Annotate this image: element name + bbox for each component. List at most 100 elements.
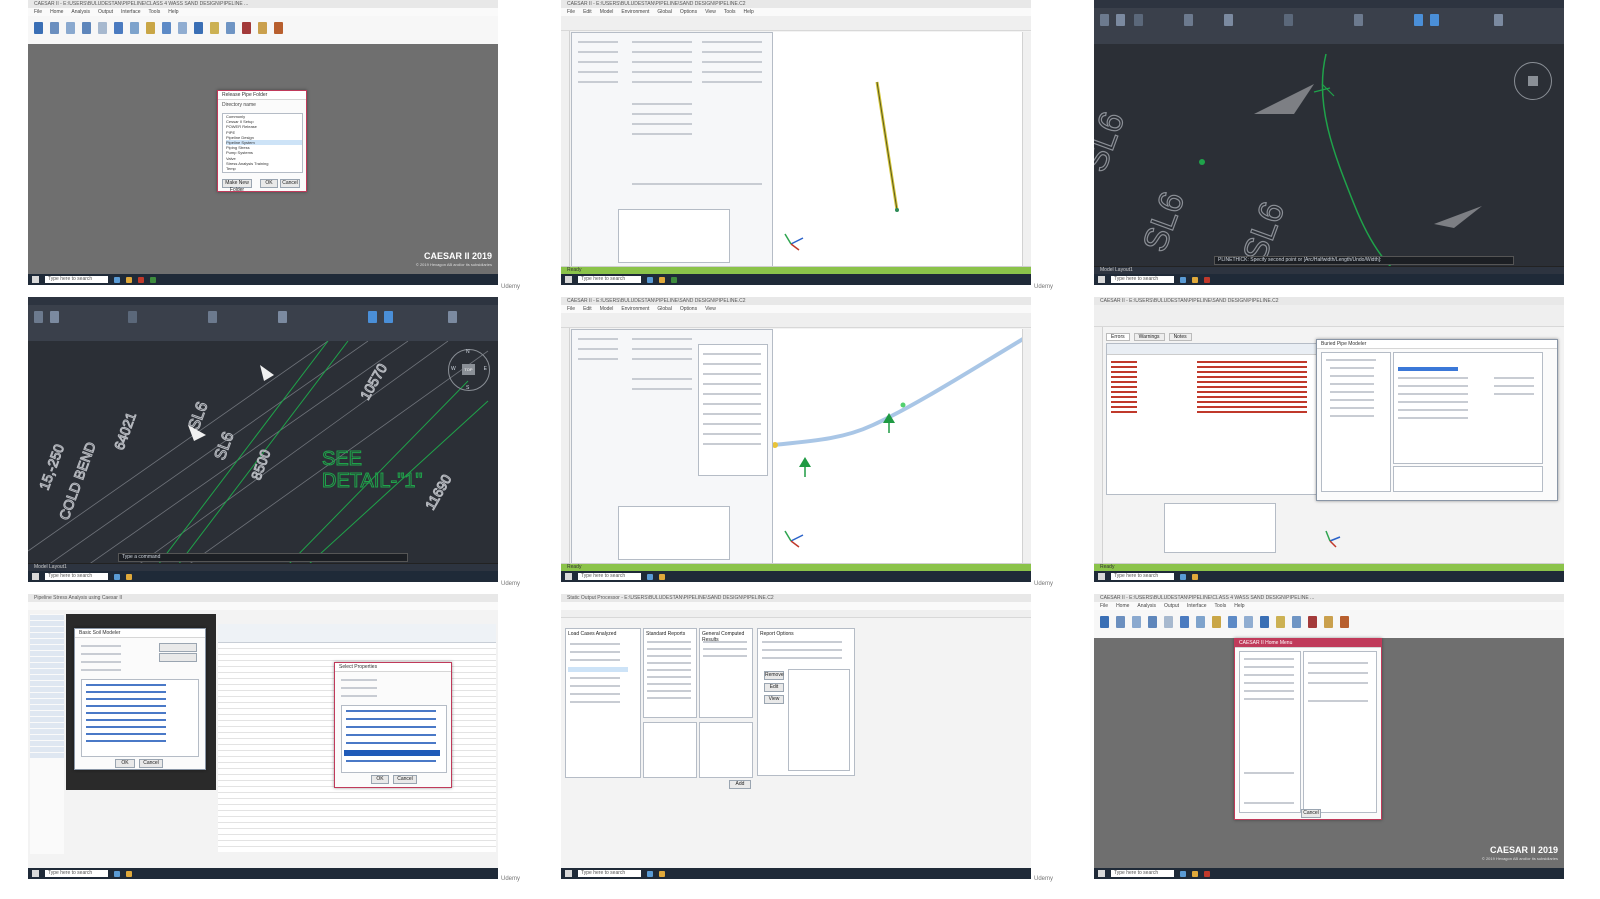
remove-button[interactable]: Remove — [764, 671, 784, 680]
menu-item[interactable]: Options — [680, 8, 697, 16]
command-line[interactable]: Type a command — [118, 553, 408, 562]
ribbon-button[interactable] — [1196, 616, 1205, 628]
ribbon-button[interactable] — [1132, 616, 1141, 628]
ribbon-button[interactable] — [1212, 616, 1221, 628]
cancel-button[interactable]: Cancel — [139, 759, 163, 768]
ribbon-button[interactable] — [1180, 616, 1189, 628]
menu-item[interactable]: Environment — [621, 305, 649, 313]
report-options-panel[interactable]: Report Options Remove Edit View — [757, 628, 855, 776]
folder-icon[interactable] — [1192, 870, 1198, 877]
ribbon-button[interactable] — [1100, 14, 1109, 26]
model-view[interactable] — [772, 329, 1025, 564]
folder-icon[interactable] — [1192, 573, 1198, 580]
option-list[interactable] — [1393, 352, 1543, 464]
folder-icon[interactable] — [126, 573, 132, 580]
search-input[interactable]: Type here to search — [1111, 573, 1174, 580]
element-spreadsheet[interactable] — [571, 32, 773, 270]
menu-item[interactable]: View — [705, 8, 716, 16]
standard-reports-list[interactable]: Standard Reports — [643, 628, 697, 718]
ribbon-button[interactable] — [1308, 616, 1317, 628]
dialog-button[interactable] — [159, 653, 197, 662]
element-spreadsheet[interactable] — [571, 329, 773, 567]
menu-interface[interactable]: Interface — [1187, 602, 1206, 610]
add-button[interactable]: Add — [729, 780, 751, 789]
search-input[interactable]: Type here to search — [578, 573, 641, 580]
ribbon-button[interactable] — [1354, 14, 1363, 26]
drawing-canvas[interactable]: SL6 SL6 SL6 — [1094, 44, 1564, 267]
folder-icon[interactable] — [659, 573, 665, 580]
tab-model[interactable]: Model — [34, 564, 48, 570]
view-button[interactable]: View — [764, 695, 784, 704]
drawing-canvas[interactable]: SEE DETAIL-"1" COLD BEND SL6 8500 64021 … — [28, 341, 498, 564]
options-panel[interactable] — [1303, 651, 1377, 813]
ribbon-button[interactable] — [130, 22, 139, 34]
ribbon-button[interactable] — [1276, 616, 1285, 628]
taskbar-app-icon[interactable] — [1180, 870, 1186, 877]
ribbon-button[interactable] — [194, 22, 203, 34]
menu-item[interactable]: Global — [657, 8, 671, 16]
taskbar-app-icon[interactable] — [671, 276, 677, 283]
menu-home[interactable]: Home — [50, 8, 63, 16]
menu-tools[interactable]: Tools — [1215, 602, 1227, 610]
menu-item[interactable]: View — [705, 305, 716, 313]
taskbar-app-icon[interactable] — [114, 276, 120, 283]
menu-tools[interactable]: Tools — [149, 8, 161, 16]
windows-icon[interactable] — [565, 870, 572, 877]
ribbon-button[interactable] — [146, 22, 155, 34]
search-input[interactable]: Type here to search — [45, 276, 108, 283]
general-results-list[interactable]: General Computed Results — [699, 628, 753, 718]
menu-interface[interactable]: Interface — [121, 8, 140, 16]
ribbon-button[interactable] — [1116, 616, 1125, 628]
taskbar-app-icon[interactable] — [1204, 276, 1210, 283]
ribbon-button[interactable] — [1224, 14, 1233, 26]
search-input[interactable]: Type here to search — [45, 573, 108, 580]
folder-tree[interactable]: Commonly Cessar II Setup POWER Release P… — [222, 113, 303, 173]
load-cases-list[interactable]: Load Cases Analyzed — [565, 628, 641, 778]
ribbon-button[interactable] — [226, 22, 235, 34]
menu-file[interactable]: File — [34, 8, 42, 16]
ribbon-button[interactable] — [1414, 14, 1423, 26]
ok-button[interactable]: OK — [260, 179, 278, 188]
folder-icon[interactable] — [126, 276, 132, 283]
make-new-folder-button[interactable]: Make New Folder — [222, 179, 252, 193]
ribbon-button[interactable] — [50, 22, 59, 34]
option-tree[interactable] — [1321, 352, 1391, 492]
search-input[interactable]: Type here to search — [578, 870, 641, 877]
menu-item[interactable]: Options — [680, 305, 697, 313]
ribbon-button[interactable] — [208, 311, 217, 323]
ribbon-button[interactable] — [178, 22, 187, 34]
ok-button[interactable]: OK — [371, 775, 389, 784]
windows-icon[interactable] — [1098, 870, 1105, 877]
ribbon-button[interactable] — [1116, 14, 1125, 26]
dialog-button[interactable] — [159, 643, 197, 652]
menu-item[interactable]: Environment — [621, 8, 649, 16]
folder-icon[interactable] — [126, 870, 132, 877]
ribbon-button[interactable] — [1100, 616, 1109, 628]
tab-notes[interactable]: Notes — [1168, 333, 1192, 341]
menu-help[interactable]: Help — [168, 8, 178, 16]
menu-analysis[interactable]: Analysis — [1137, 602, 1156, 610]
edit-button[interactable]: Edit — [764, 683, 784, 692]
ribbon-button[interactable] — [1284, 14, 1293, 26]
ribbon-button[interactable] — [1164, 616, 1173, 628]
ribbon-button[interactable] — [274, 22, 283, 34]
folder-icon[interactable] — [1192, 276, 1198, 283]
menu-output[interactable]: Output — [98, 8, 113, 16]
unit-editor[interactable] — [1164, 503, 1276, 553]
menu-item[interactable]: Global — [657, 305, 671, 313]
tab-errors[interactable]: Errors — [1106, 333, 1130, 341]
windows-icon[interactable] — [1098, 573, 1105, 580]
ribbon-button[interactable] — [1340, 616, 1349, 628]
soil-list[interactable] — [81, 679, 199, 757]
ribbon-button[interactable] — [1134, 14, 1143, 26]
soil-type-list[interactable] — [341, 705, 447, 773]
ribbon-button[interactable] — [1324, 616, 1333, 628]
cancel-button[interactable]: Cancel — [1301, 809, 1321, 818]
ribbon-button[interactable] — [50, 311, 59, 323]
compass-icon[interactable] — [1514, 62, 1552, 100]
menu-item[interactable]: Model — [600, 305, 614, 313]
ribbon-button[interactable] — [98, 22, 107, 34]
ribbon-button[interactable] — [258, 22, 267, 34]
menu-item[interactable]: Edit — [583, 305, 592, 313]
menu-item[interactable]: Edit — [583, 8, 592, 16]
